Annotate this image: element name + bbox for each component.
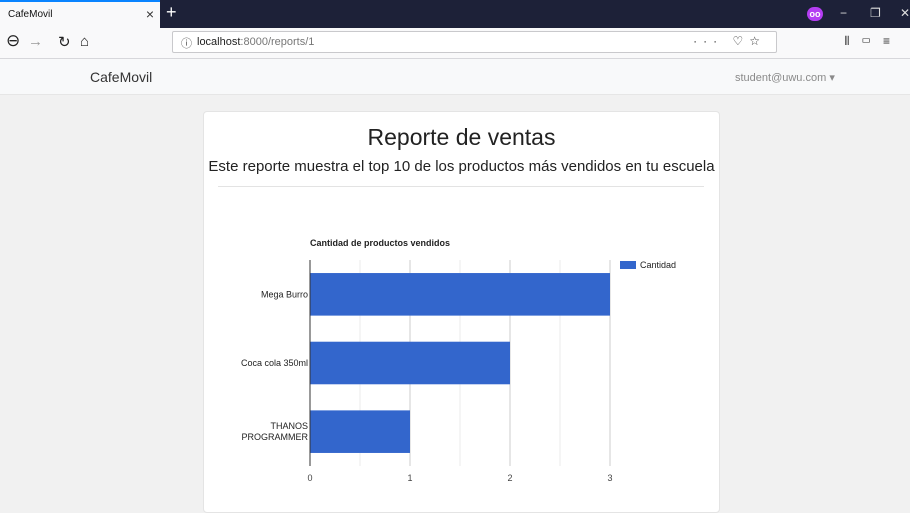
info-icon[interactable]: ⓘ <box>181 35 192 51</box>
report-card: Reporte de ventas Este reporte muestra e… <box>203 111 720 513</box>
home-icon[interactable]: ⌂ <box>80 33 89 50</box>
page-title: Reporte de ventas <box>367 124 556 150</box>
page-actions[interactable]: ··· ♡☆ <box>693 34 766 48</box>
pocket-icon[interactable]: ♡ <box>732 34 749 48</box>
sidebar-icon[interactable]: ▭ <box>861 34 883 48</box>
back-arrow-icon[interactable]: ⊖ <box>6 31 20 51</box>
bookmark-star-icon[interactable]: ☆ <box>749 34 766 48</box>
browser-toolbar: ⊖ → ↻ ⌂ ⓘ localhost:8000/reports/1 ··· ♡… <box>0 28 910 59</box>
divider <box>218 186 704 187</box>
new-tab-button[interactable]: + <box>166 2 177 23</box>
url-bar[interactable]: ⓘ localhost:8000/reports/1 ··· ♡☆ <box>172 31 777 53</box>
site-navbar: CafeMovil student@uwu.com ▾ <box>0 59 910 95</box>
browser-tab-bar: CafeMovil × + oo − ❐ ✕ <box>0 0 910 28</box>
tab-title: CafeMovil <box>8 9 53 20</box>
url-text[interactable]: localhost:8000/reports/1 <box>197 36 314 48</box>
user-dropdown[interactable]: student@uwu.com ▾ <box>735 71 835 84</box>
url-host: localhost <box>197 36 241 48</box>
reload-icon[interactable]: ↻ <box>58 33 71 51</box>
library-icon[interactable]: ⫴ <box>844 34 861 48</box>
minimize-button[interactable]: − <box>840 6 847 20</box>
close-window-button[interactable]: ✕ <box>900 6 910 20</box>
menu-icon[interactable]: ≡ <box>883 34 902 48</box>
private-mask-icon: oo <box>807 7 823 21</box>
brand-link[interactable]: CafeMovil <box>90 69 152 85</box>
close-tab-icon[interactable]: × <box>146 6 154 22</box>
browser-tab[interactable]: CafeMovil × <box>0 0 160 28</box>
restore-button[interactable]: ❐ <box>870 6 881 20</box>
more-icon[interactable]: ··· <box>693 34 723 48</box>
page-subtitle: Este reporte muestra el top 10 de los pr… <box>208 158 715 175</box>
forward-arrow-icon[interactable]: → <box>28 33 43 50</box>
url-path: :8000/reports/1 <box>240 36 315 48</box>
toolbar-right-icons: ⫴▭≡ <box>844 34 902 49</box>
